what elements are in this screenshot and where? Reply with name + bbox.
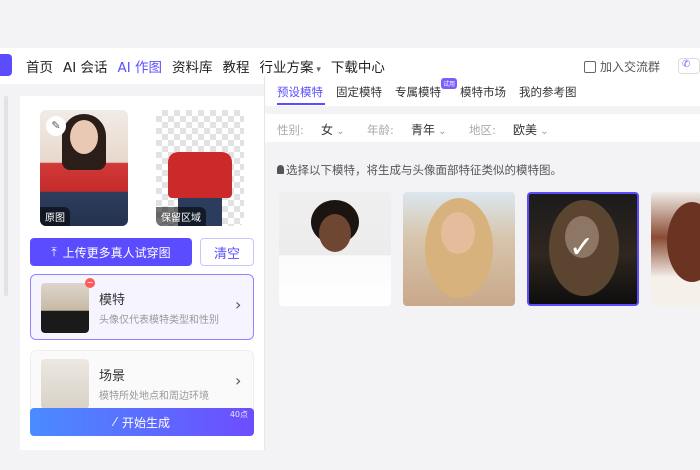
gender-select[interactable]: 女 bbox=[321, 121, 345, 138]
model-picker-panel: 预设模特 固定模特 专属模特 试用 模特市场 我的参考图 性别: 女 年龄: 青… bbox=[264, 76, 700, 450]
gender-label: 性别: bbox=[277, 123, 304, 137]
hint-label: 选择以下模特，将生成与头像面部特征类似的模特图。 bbox=[286, 163, 562, 177]
model-selected[interactable]: ✓ bbox=[527, 192, 639, 306]
original-image[interactable]: ✎ 原图 bbox=[40, 110, 128, 226]
model-card-title: 模特 bbox=[99, 293, 126, 308]
bulb-icon bbox=[277, 165, 284, 174]
tab-model-market[interactable]: 模特市场 bbox=[460, 84, 506, 100]
phone-icon[interactable]: ✆ bbox=[678, 58, 700, 74]
scene-card-subtitle: 模特所处地点和周边环境 bbox=[99, 391, 209, 402]
original-tag: 原图 bbox=[40, 207, 70, 226]
clear-button[interactable]: 清空 bbox=[200, 238, 254, 266]
edit-icon[interactable]: ✎ bbox=[46, 116, 66, 136]
region-select[interactable]: 欧美 bbox=[513, 121, 549, 138]
scene-select-card[interactable]: 场景 模特所处地点和周边环境 › bbox=[30, 350, 254, 416]
model-blonde[interactable] bbox=[403, 192, 515, 306]
tab-my-references[interactable]: 我的参考图 bbox=[519, 84, 577, 100]
age-select[interactable]: 青年 bbox=[411, 121, 447, 138]
group-icon bbox=[584, 60, 596, 73]
magic-wand-icon: ⁄ bbox=[113, 415, 116, 429]
main-nav: 首页 AI 会话 AI 作图 资料库 教程 行业方案 下载中心 bbox=[26, 56, 395, 76]
model-card-subtitle: 头像仅代表模特类型和性别 bbox=[99, 315, 219, 326]
generate-label: 开始生成 bbox=[122, 415, 171, 430]
tab-preset-models[interactable]: 预设模特 bbox=[277, 84, 323, 100]
age-label: 年龄: bbox=[367, 123, 394, 137]
model-tabs: 预设模特 固定模特 专属模特 试用 模特市场 我的参考图 bbox=[265, 76, 700, 106]
scene-card-title: 场景 bbox=[99, 369, 126, 384]
model-face bbox=[70, 120, 98, 154]
chevron-right-icon: › bbox=[235, 371, 242, 390]
tab-exclusive-models[interactable]: 专属模特 bbox=[395, 84, 441, 100]
model-brunette[interactable] bbox=[651, 192, 700, 306]
upload-icon: ⤒ bbox=[51, 244, 57, 259]
nav-item-download-center[interactable]: 下载中心 bbox=[331, 56, 385, 76]
model-afro[interactable] bbox=[279, 192, 391, 306]
checkmark-icon: ✓ bbox=[569, 230, 595, 265]
join-group-label: 加入交流群 bbox=[600, 60, 661, 74]
model-face bbox=[441, 212, 475, 254]
upload-more-button[interactable]: ⤒ 上传更多真人试穿图 bbox=[30, 238, 192, 266]
model-thumbnail bbox=[41, 283, 89, 333]
active-tab-indicator bbox=[277, 103, 325, 105]
generate-cost: 40点 bbox=[229, 410, 248, 419]
nav-item-home[interactable]: 首页 bbox=[26, 56, 53, 76]
nav-item-ai-chat[interactable]: AI 会话 bbox=[63, 56, 108, 76]
region-label: 地区: bbox=[469, 123, 496, 137]
keep-area-tag: 保留区域 bbox=[156, 207, 206, 226]
start-generate-button[interactable]: ⁄ 开始生成 40点 bbox=[30, 408, 254, 436]
keep-shirt bbox=[168, 152, 232, 198]
nav-item-library[interactable]: 资料库 bbox=[172, 56, 213, 76]
tab-fixed-models[interactable]: 固定模特 bbox=[336, 84, 382, 100]
hint-text: 选择以下模特，将生成与头像面部特征类似的模特图。 bbox=[277, 162, 562, 178]
keep-area-image[interactable]: 保留区域 bbox=[156, 110, 244, 226]
left-scrollbar[interactable] bbox=[4, 96, 8, 296]
scene-thumbnail bbox=[41, 359, 89, 409]
remove-badge-icon[interactable]: − bbox=[85, 278, 95, 288]
join-group-link[interactable]: 加入交流群 bbox=[584, 58, 660, 75]
filter-bar: 性别: 女 年龄: 青年 地区: 欧美 bbox=[265, 114, 700, 142]
trial-badge: 试用 bbox=[441, 78, 458, 89]
left-panel: ✎ 原图 保留区域 ⤒ 上传更多真人试穿图 清空 − 模特 头像仅代表模特类型和… bbox=[20, 96, 264, 450]
nav-item-ai-drawing[interactable]: AI 作图 bbox=[118, 56, 163, 76]
logo[interactable] bbox=[0, 54, 12, 76]
upload-label: 上传更多真人试穿图 bbox=[62, 245, 171, 260]
model-select-card[interactable]: − 模特 头像仅代表模特类型和性别 › bbox=[30, 274, 254, 340]
model-hair bbox=[667, 202, 700, 282]
nav-item-tutorial[interactable]: 教程 bbox=[223, 56, 250, 76]
nav-item-industry-solutions[interactable]: 行业方案 bbox=[260, 56, 321, 76]
model-face bbox=[319, 214, 351, 252]
chevron-right-icon: › bbox=[235, 295, 242, 314]
